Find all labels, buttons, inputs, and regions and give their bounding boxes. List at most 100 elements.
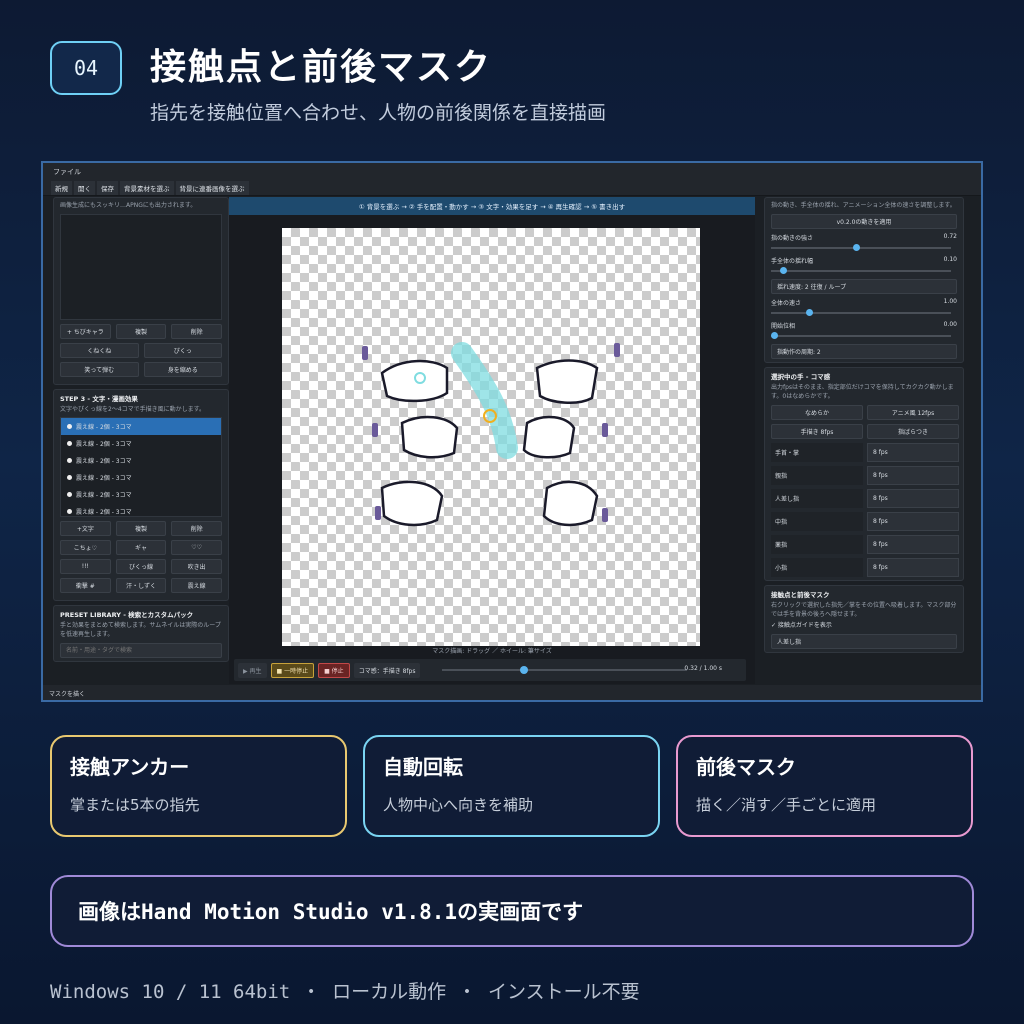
banner-text: 画像はHand Motion Studio v1.8.1の実画面です [78, 900, 584, 924]
anime-12fps-button[interactable]: アニメ風 12fps [867, 405, 959, 420]
delete-button[interactable]: 削除 [171, 324, 223, 339]
step3-group: STEP 3 - 文字・漫画効果 文字やぴくっ線を2〜4コマで手描き風に動かしま… [53, 389, 229, 601]
bullet-icon [67, 424, 72, 429]
list-item[interactable]: 震え線 - 2個 - 3コマ [61, 435, 221, 452]
list-item[interactable]: 震え線 - 2個 - 3コマ [61, 486, 221, 503]
preset-impact-button[interactable]: 衝撃 # [60, 578, 111, 593]
save-button[interactable]: 保存 [97, 180, 118, 195]
part-fps-select[interactable]: 8 fps [867, 489, 959, 508]
duplicate-effect-button[interactable]: 複製 [115, 521, 167, 536]
bullet-icon [67, 475, 72, 480]
finger-select[interactable]: 人差し指 [771, 634, 957, 649]
sway-speed-select[interactable]: 揺れ速度: 2 往復 / ループ [771, 279, 957, 294]
start-phase-slider[interactable] [771, 332, 957, 340]
fps-select[interactable]: コマ感：手描き 8fps [353, 662, 421, 678]
motion-desc: 指の動き、手全体の揺れ、アニメーション全体の速さを調整します。 [771, 202, 956, 209]
part-fps-select[interactable]: 8 fps [867, 558, 959, 577]
center-panel: ① 背景を選ぶ → ② 手を配置・動かす → ③ 文字・効果を足す → ④ 再生… [229, 197, 755, 684]
overall-speed-label: 全体の速さ [771, 300, 802, 307]
preset-sweat-button[interactable]: 汗・しずく [115, 578, 167, 593]
motion-group: 指の動き、手全体の揺れ、アニメーション全体の速さを調整します。 v0.2.0の動… [764, 197, 964, 363]
hand-sway-slider[interactable] [771, 267, 957, 275]
drawing-canvas[interactable] [282, 228, 700, 646]
bullet-icon [67, 441, 72, 446]
finger-strength-value: 0.72 [943, 233, 957, 240]
list-item-label: 震え線 - 2個 - 3コマ [76, 492, 132, 499]
part-label: 小指 [771, 558, 863, 577]
preset-search-input[interactable] [60, 643, 222, 658]
twitch-button[interactable]: ぴくっ [143, 343, 222, 358]
pause-button[interactable]: ■ 一時停止 [270, 662, 315, 678]
select-background-button[interactable]: 背景素材を選ぶ [120, 180, 174, 195]
menu-file[interactable]: ファイル [53, 167, 81, 177]
slider-knob[interactable] [852, 244, 860, 251]
feature-card-mask: 前後マスク 描く／消す／手ごとに適用 [676, 735, 973, 837]
part-label: 手首・掌 [771, 443, 863, 462]
list-item[interactable]: 震え線 - 2個 - 3コマ [61, 452, 221, 469]
right-panel: 指の動き、手全体の揺れ、アニメーション全体の速さを調整します。 v0.2.0の動… [764, 197, 964, 673]
duplicate-button[interactable]: 複製 [115, 324, 167, 339]
list-item-label: 震え線 - 2個 - 3コマ [76, 424, 132, 431]
page-title: 接触点と前後マスク [150, 47, 493, 88]
status-bar: マスクを描く [43, 685, 981, 700]
timeline-slider[interactable] [442, 666, 687, 674]
preset-gya-button[interactable]: ギャ [115, 540, 167, 555]
slider-knob[interactable] [780, 267, 788, 274]
finger-cycle-select[interactable]: 指動作の周期: 2 [771, 344, 957, 359]
part-fps-select[interactable]: 8 fps [867, 512, 959, 531]
step3-desc: 文字やぴくっ線を2〜4コマで手描き風に動かします。 [60, 406, 206, 413]
workflow-steps: ① 背景を選ぶ → ② 手を配置・動かす → ③ 文字・効果を足す → ④ 再生… [229, 197, 755, 215]
preset-balloon-button[interactable]: 吹き出 [171, 559, 223, 574]
slider-knob[interactable] [806, 309, 814, 316]
delete-effect-button[interactable]: 削除 [171, 521, 223, 536]
list-item-label: 震え線 - 2個 - 3コマ [76, 475, 132, 482]
shrink-button[interactable]: 身を縮める [143, 362, 222, 377]
section-number-badge: 04 [50, 41, 122, 95]
quick-preset-grid: なめらか アニメ風 12fps 手描き 8fps 指ばらつき [771, 405, 959, 439]
character-group: 画像生成にもスッキリ…APNGにも出力されます。 + ちびキャラ 複製 削除 くねく… [53, 197, 229, 385]
toolbar: 新規 開く 保存 背景素材を選ぶ 背景に連番画像を選ぶ [43, 180, 981, 196]
list-item[interactable]: 震え線 - 2個 - 3コマ [61, 469, 221, 486]
stop-button[interactable]: ■ 停止 [318, 662, 350, 678]
play-button[interactable]: ▶ 再生 [238, 662, 267, 678]
time-readout: 0.32 / 1.00 s [684, 665, 722, 672]
start-phase-value: 0.00 [943, 321, 957, 328]
hand-drawn-8fps-button[interactable]: 手描き 8fps [771, 424, 863, 439]
list-item[interactable]: 震え線 - 2個 - 3コマ [61, 418, 221, 435]
selected-hand-title: 選択中の手 - コマ感 [771, 373, 831, 381]
laugh-bounce-button[interactable]: 笑って弾む [60, 362, 139, 377]
preset-exclaim-button[interactable]: !!! [60, 559, 111, 574]
list-item[interactable]: 震え線 - 2個 - 3コマ [61, 503, 221, 516]
contact-guide-checkbox[interactable]: ✓ 接触点ガイドを表示 [771, 621, 957, 630]
preset-shake-line-button[interactable]: 震え線 [171, 578, 223, 593]
overall-speed-slider[interactable] [771, 309, 957, 317]
new-button[interactable]: 新規 [51, 180, 72, 195]
part-label: 薬指 [771, 535, 863, 554]
preset-hearts-button[interactable]: ♡♡ [171, 540, 223, 555]
smooth-button[interactable]: なめらか [771, 405, 863, 420]
bullet-icon [67, 458, 72, 463]
select-sequence-background-button[interactable]: 背景に連番画像を選ぶ [175, 180, 249, 195]
part-fps-select[interactable]: 8 fps [867, 535, 959, 554]
open-button[interactable]: 開く [74, 180, 95, 195]
bullet-icon [67, 509, 72, 514]
wiggle-button[interactable]: くねくね [60, 343, 139, 358]
add-chibi-button[interactable]: + ちびキャラ [60, 324, 111, 339]
selected-hand-group: 選択中の手 - コマ感 出力fpsはそのまま、指定部位だけコマを保持してカクカク… [764, 367, 964, 581]
finger-strength-slider[interactable] [771, 244, 957, 252]
footer-text: Windows 10 / 11 64bit ・ ローカル動作 ・ インストール不… [50, 981, 640, 1003]
finger-variance-button[interactable]: 指ばらつき [867, 424, 959, 439]
part-fps-select[interactable]: 8 fps [867, 443, 959, 462]
part-fps-select[interactable]: 8 fps [867, 466, 959, 485]
contact-title: 接触点と前後マスク [771, 591, 830, 599]
menu-bar: ファイル [43, 163, 981, 180]
app-screenshot: ファイル 新規 開く 保存 背景素材を選ぶ 背景に連番画像を選ぶ 画像生成にもス… [41, 161, 983, 702]
slider-knob[interactable] [771, 332, 778, 339]
preset-kocho-button[interactable]: こちょ♡ [60, 540, 111, 555]
timeline-thumb[interactable] [520, 666, 529, 674]
list-item-label: 震え線 - 2個 - 3コマ [76, 441, 132, 448]
preset-library-group: PRESET LIBRARY - 検索とカスタムパック 手と効果をまとめて検索し… [53, 605, 229, 662]
add-text-button[interactable]: +文字 [60, 521, 111, 536]
apply-v020-button[interactable]: v0.2.0の動きを適用 [771, 214, 957, 229]
preset-bikku-line-button[interactable]: びくっ線 [115, 559, 167, 574]
